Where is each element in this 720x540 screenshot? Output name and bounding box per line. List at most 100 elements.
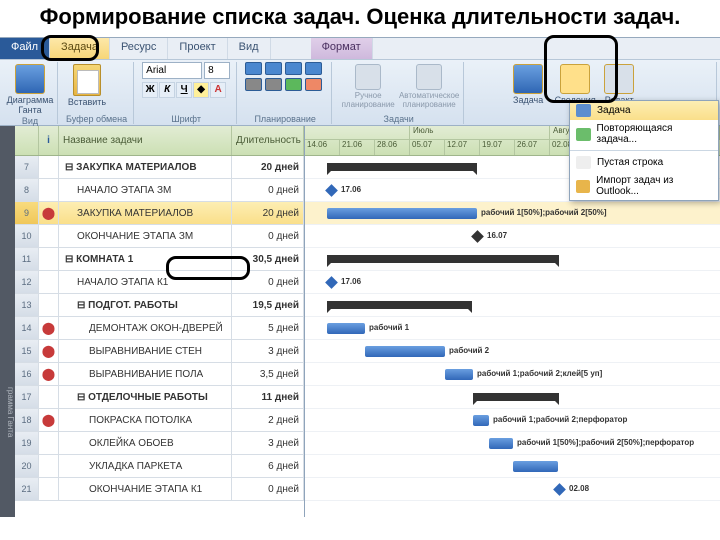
- duration-cell[interactable]: 0 дней: [232, 271, 304, 293]
- duration-cell[interactable]: 0 дней: [232, 478, 304, 500]
- task-name-cell[interactable]: ЗАКУПКА МАТЕРИАЛОВ: [59, 202, 232, 224]
- table-row[interactable]: 9⬤ЗАКУПКА МАТЕРИАЛОВ20 дней: [15, 202, 304, 225]
- dd-recurring[interactable]: Повторяющаяся задача...: [570, 120, 718, 148]
- bg-color-button[interactable]: ◆: [193, 82, 209, 98]
- table-row[interactable]: 12НАЧАЛО ЭТАПА К10 дней: [15, 271, 304, 294]
- duration-cell[interactable]: 20 дней: [232, 202, 304, 224]
- task-name-cell[interactable]: ОКОНЧАНИЕ ЭТАПА К1: [59, 478, 232, 500]
- duration-cell[interactable]: 3 дней: [232, 432, 304, 454]
- dd-task[interactable]: Задача: [570, 101, 718, 120]
- duration-cell[interactable]: 0 дней: [232, 225, 304, 247]
- tab-project[interactable]: Проект: [168, 38, 227, 59]
- table-row[interactable]: 17⊟ ОТДЕЛОЧНЫЕ РАБОТЫ11 дней: [15, 386, 304, 409]
- duration-cell[interactable]: 5 дней: [232, 317, 304, 339]
- duration-cell[interactable]: 0 дней: [232, 179, 304, 201]
- info-button[interactable]: Сведения: [554, 62, 596, 105]
- duration-cell[interactable]: 2 дней: [232, 409, 304, 431]
- italic-button[interactable]: К: [159, 82, 175, 98]
- auto-schedule-button[interactable]: Автоматическое планирование: [401, 62, 457, 109]
- duration-cell[interactable]: 19,5 дней: [232, 294, 304, 316]
- task-name-cell[interactable]: УКЛАДКА ПАРКЕТА: [59, 455, 232, 477]
- task-name-cell[interactable]: ВЫРАВНИВАНИЕ ПОЛА: [59, 363, 232, 385]
- milestone-icon[interactable]: [325, 276, 338, 289]
- table-row[interactable]: 16⬤ВЫРАВНИВАНИЕ ПОЛА3,5 дней: [15, 363, 304, 386]
- gantt-row: рабочий 1;рабочий 2;перфоратор: [305, 409, 720, 432]
- duration-cell[interactable]: 20 дней: [232, 156, 304, 178]
- dd-blank[interactable]: Пустая строка: [570, 153, 718, 172]
- col-info[interactable]: i: [39, 126, 59, 155]
- gantt-row: 16.07: [305, 225, 720, 248]
- table-row[interactable]: 14⬤ДЕМОНТАЖ ОКОН-ДВЕРЕЙ5 дней: [15, 317, 304, 340]
- row-info-icon: ⬤: [39, 340, 59, 362]
- row-info-icon: [39, 455, 59, 477]
- summary-bar[interactable]: [327, 255, 559, 263]
- task-name-cell[interactable]: ДЕМОНТАЖ ОКОН-ДВЕРЕЙ: [59, 317, 232, 339]
- row-info-icon: [39, 248, 59, 270]
- table-row[interactable]: 11⊟ КОМНАТА 130,5 дней: [15, 248, 304, 271]
- paste-button[interactable]: Вставить: [66, 62, 108, 107]
- milestone-icon[interactable]: [553, 483, 566, 496]
- gantt-row: рабочий 2: [305, 340, 720, 363]
- task-name-cell[interactable]: ОКЛЕЙКА ОБОЕВ: [59, 432, 232, 454]
- tab-file[interactable]: Файл: [0, 38, 50, 59]
- task-bar[interactable]: [327, 323, 365, 334]
- table-row[interactable]: 20УКЛАДКА ПАРКЕТА6 дней: [15, 455, 304, 478]
- font-color-button[interactable]: A: [210, 82, 226, 98]
- table-row[interactable]: 19ОКЛЕЙКА ОБОЕВ3 дней: [15, 432, 304, 455]
- task-bar[interactable]: [365, 346, 445, 357]
- task-name-cell[interactable]: ОКОНЧАНИЕ ЭТАПА ЗМ: [59, 225, 232, 247]
- timeline-day: 28.06: [375, 140, 410, 155]
- summary-bar[interactable]: [327, 301, 472, 309]
- task-name-cell[interactable]: НАЧАЛО ЭТАПА К1: [59, 271, 232, 293]
- task-name-cell[interactable]: ПОКРАСКА ПОТОЛКА: [59, 409, 232, 431]
- milestone-icon[interactable]: [471, 230, 484, 243]
- col-duration[interactable]: Длительность: [232, 126, 304, 155]
- task-bar[interactable]: [489, 438, 513, 449]
- milestone-icon[interactable]: [325, 184, 338, 197]
- group-view: Вид: [9, 115, 51, 126]
- duration-cell[interactable]: 11 дней: [232, 386, 304, 408]
- dd-import[interactable]: Импорт задач из Outlook...: [570, 172, 718, 200]
- font-name-input[interactable]: [142, 62, 202, 79]
- schedule-buttons[interactable]: [245, 62, 325, 91]
- tab-view[interactable]: Вид: [228, 38, 271, 59]
- task-name-cell[interactable]: ⊟ КОМНАТА 1: [59, 248, 232, 270]
- tab-format[interactable]: Формат: [311, 38, 373, 59]
- manual-schedule-button[interactable]: Ручное планирование: [340, 62, 396, 109]
- table-row[interactable]: 8НАЧАЛО ЭТАПА ЗМ0 дней: [15, 179, 304, 202]
- edit-button[interactable]: Редакт: [601, 62, 637, 105]
- duration-cell[interactable]: 3,5 дней: [232, 363, 304, 385]
- task-name-cell[interactable]: НАЧАЛО ЭТАПА ЗМ: [59, 179, 232, 201]
- task-bar[interactable]: [473, 415, 489, 426]
- task-name-cell[interactable]: ⊟ ОТДЕЛОЧНЫЕ РАБОТЫ: [59, 386, 232, 408]
- tab-resource[interactable]: Ресурс: [110, 38, 168, 59]
- font-size-input[interactable]: [204, 62, 230, 79]
- duration-cell[interactable]: 3 дней: [232, 340, 304, 362]
- task-name-cell[interactable]: ⊟ ПОДГОТ. РАБОТЫ: [59, 294, 232, 316]
- table-row[interactable]: 13 ⊟ ПОДГОТ. РАБОТЫ19,5 дней: [15, 294, 304, 317]
- duration-cell[interactable]: 30,5 дней: [232, 248, 304, 270]
- timeline-day: 05.07: [410, 140, 445, 155]
- task-name-cell[interactable]: ⊟ ЗАКУПКА МАТЕРИАЛОВ: [59, 156, 232, 178]
- task-bar[interactable]: [327, 208, 477, 219]
- summary-bar[interactable]: [473, 393, 559, 401]
- summary-bar[interactable]: [327, 163, 477, 171]
- col-name[interactable]: Название задачи: [59, 126, 232, 155]
- task-bar[interactable]: [445, 369, 473, 380]
- table-row[interactable]: 15⬤ВЫРАВНИВАНИЕ СТЕН3 дней: [15, 340, 304, 363]
- row-info-icon: [39, 294, 59, 316]
- duration-cell[interactable]: 6 дней: [232, 455, 304, 477]
- row-number: 13: [15, 294, 39, 316]
- table-row[interactable]: 10ОКОНЧАНИЕ ЭТАПА ЗМ0 дней: [15, 225, 304, 248]
- table-row[interactable]: 21ОКОНЧАНИЕ ЭТАПА К10 дней: [15, 478, 304, 501]
- underline-button[interactable]: Ч: [176, 82, 192, 98]
- task-grid: i Название задачи Длительность 7⊟ ЗАКУПК…: [15, 126, 305, 517]
- insert-task-button[interactable]: Задача: [507, 62, 549, 105]
- task-bar[interactable]: [513, 461, 558, 472]
- gantt-chart-button[interactable]: Диаграмма Ганта: [9, 62, 51, 115]
- table-row[interactable]: 7⊟ ЗАКУПКА МАТЕРИАЛОВ20 дней: [15, 156, 304, 179]
- bold-button[interactable]: Ж: [142, 82, 158, 98]
- tab-task[interactable]: Задача: [50, 38, 110, 59]
- task-name-cell[interactable]: ВЫРАВНИВАНИЕ СТЕН: [59, 340, 232, 362]
- table-row[interactable]: 18⬤ПОКРАСКА ПОТОЛКА2 дней: [15, 409, 304, 432]
